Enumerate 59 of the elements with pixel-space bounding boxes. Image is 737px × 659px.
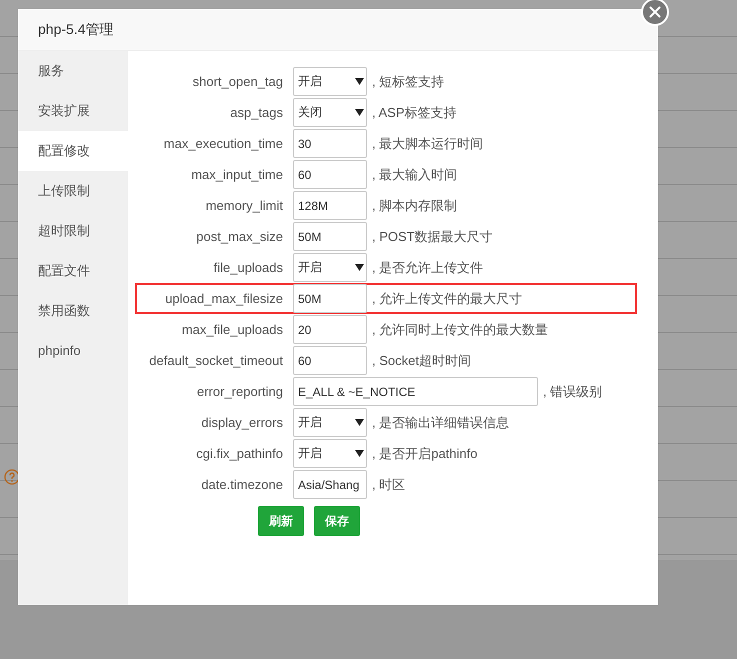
setting-label: error_reporting	[196, 384, 284, 399]
input-field[interactable]: 30	[293, 129, 367, 158]
caret-icon	[355, 450, 364, 457]
sidebar-item[interactable]: 禁用函数	[18, 291, 128, 331]
dropdown[interactable]: 关闭	[293, 98, 367, 127]
setting-label: asp_tags	[229, 105, 284, 120]
sidebar-item[interactable]: 上传限制	[18, 171, 128, 211]
sidebar-item[interactable]: 超时限制	[18, 211, 128, 251]
setting-hint: , 短标签支持	[372, 72, 444, 90]
sidebar-item[interactable]: 配置文件	[18, 251, 128, 291]
setting-label: file_uploads	[212, 260, 284, 275]
dropdown[interactable]: 开启	[293, 439, 367, 468]
input-field[interactable]: 50M	[293, 222, 367, 251]
setting-label: display_errors	[200, 415, 284, 430]
dropdown[interactable]: 开启	[293, 408, 367, 437]
setting-label: default_socket_timeout	[148, 353, 284, 368]
input-field[interactable]: 20	[293, 315, 367, 344]
caret-icon	[355, 264, 364, 271]
setting-hint: , 是否输出详细错误信息	[372, 414, 510, 432]
setting-hint: , 是否开启pathinfo	[372, 444, 478, 462]
setting-label: upload_max_filesize	[164, 291, 284, 306]
setting-hint: , POST数据最大尺寸	[372, 228, 493, 246]
dropdown[interactable]: 开启	[293, 67, 367, 96]
input-field[interactable]: Asia/Shang	[293, 470, 367, 499]
input-field[interactable]: 60	[293, 160, 367, 189]
setting-hint: , 错误级别	[543, 382, 602, 400]
setting-hint: , 脚本内存限制	[372, 196, 458, 214]
setting-label: max_file_uploads	[180, 322, 284, 337]
close-icon	[649, 6, 661, 18]
setting-hint: , Socket超时时间	[372, 352, 471, 370]
dialog-title: php-5.4管理	[38, 20, 114, 38]
setting-hint: , ASP标签支持	[372, 104, 457, 122]
sidebar-item[interactable]: 安装扩展	[18, 91, 128, 131]
setting-label: cgi.fix_pathinfo	[195, 446, 284, 461]
setting-hint: , 允许上传文件的最大尺寸	[372, 290, 522, 308]
input-field[interactable]: E_ALL & ~E_NOTICE	[293, 377, 538, 406]
setting-hint: , 最大输入时间	[372, 166, 458, 184]
setting-hint: , 时区	[372, 476, 406, 494]
setting-label: max_execution_time	[162, 136, 284, 151]
close-button[interactable]	[641, 0, 669, 26]
setting-label: post_max_size	[195, 229, 284, 244]
setting-hint: , 是否允许上传文件	[372, 258, 484, 276]
setting-hint: , 允许同时上传文件的最大数量	[372, 320, 548, 338]
setting-label: short_open_tag	[192, 74, 284, 89]
setting-label: max_input_time	[190, 167, 284, 182]
input-field[interactable]: 60	[293, 346, 367, 375]
dropdown[interactable]: 开启	[293, 253, 367, 282]
setting-hint: , 最大脚本运行时间	[372, 134, 484, 152]
help-icon	[4, 469, 20, 485]
caret-icon	[355, 78, 364, 85]
input-field[interactable]: 50M	[293, 284, 367, 313]
sidebar-item[interactable]: phpinfo	[18, 331, 128, 371]
input-field[interactable]: 128M	[293, 191, 367, 220]
caret-icon	[355, 419, 364, 426]
sidebar-item[interactable]: 配置修改	[18, 131, 128, 171]
sidebar-item[interactable]: 服务	[18, 51, 128, 91]
setting-label: date.timezone	[200, 477, 284, 492]
caret-icon	[355, 109, 364, 116]
setting-label: memory_limit	[204, 198, 284, 213]
